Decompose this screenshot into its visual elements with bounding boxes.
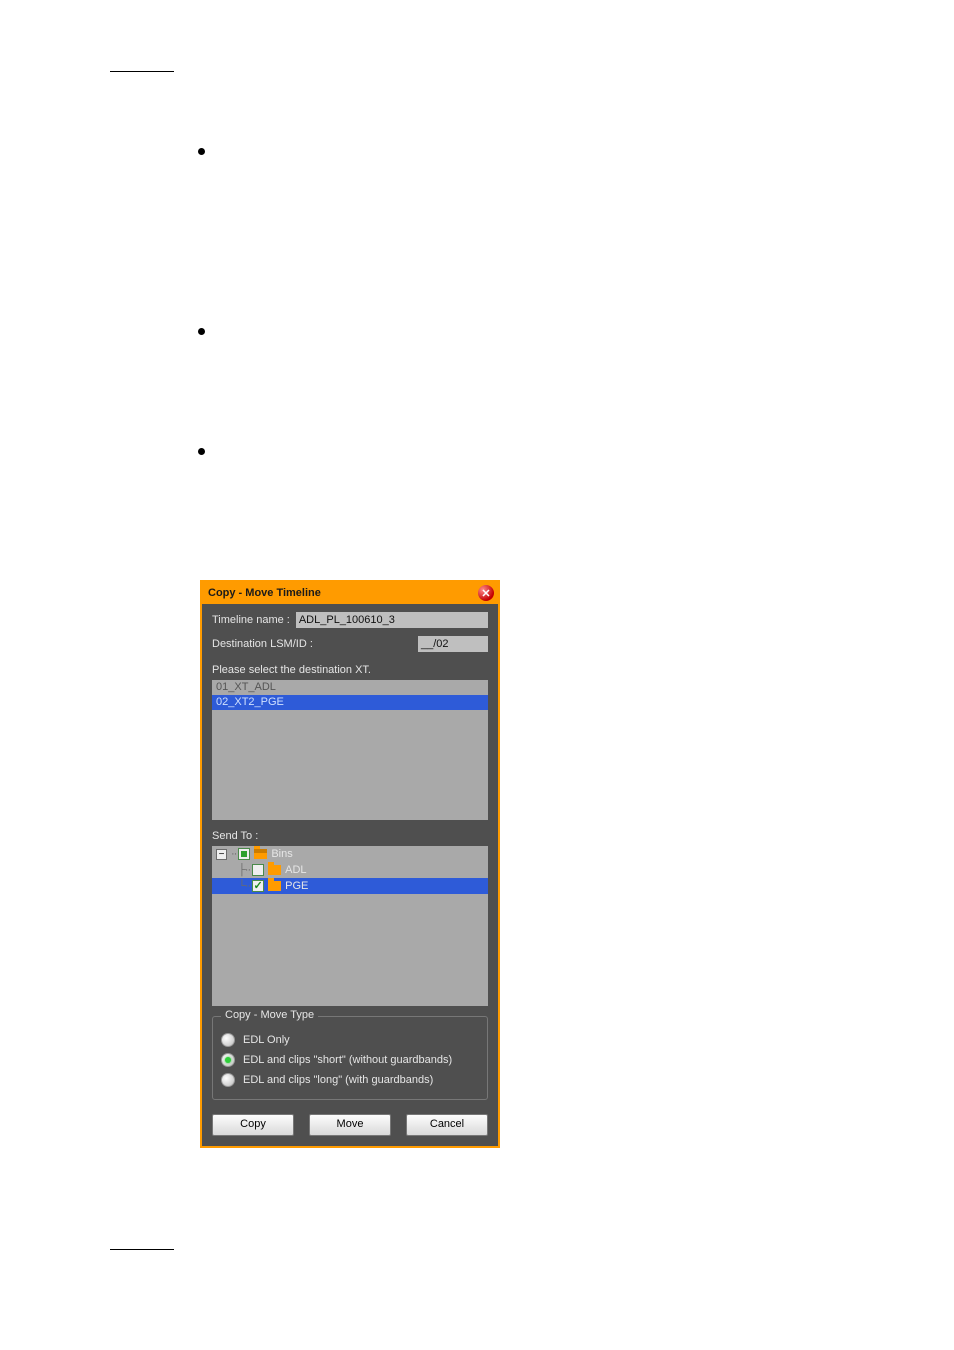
destination-lsm-row: Destination LSM/ID : __/02 — [212, 636, 488, 652]
folder-open-icon — [254, 849, 267, 859]
cancel-button[interactable]: Cancel — [406, 1114, 488, 1136]
send-to-label: Send To : — [212, 830, 488, 842]
decorative-line-top — [110, 70, 174, 72]
folder-icon — [268, 865, 281, 875]
bins-checkbox[interactable] — [238, 848, 250, 860]
timeline-name-label: Timeline name : — [212, 614, 290, 626]
dialog-title: Copy - Move Timeline — [208, 587, 321, 599]
bullet-1 — [198, 148, 205, 155]
close-icon[interactable]: ✕ — [478, 585, 494, 601]
destination-lsm-label: Destination LSM/ID : — [212, 638, 313, 650]
radio-icon — [221, 1033, 235, 1047]
radio-icon — [221, 1053, 235, 1067]
collapse-icon[interactable]: − — [216, 849, 227, 860]
move-button[interactable]: Move — [309, 1114, 391, 1136]
adl-checkbox[interactable] — [252, 864, 264, 876]
destination-lsm-field[interactable]: __/02 — [418, 636, 488, 652]
radio-edl-only[interactable]: EDL Only — [221, 1033, 479, 1047]
copy-move-timeline-dialog: Copy - Move Timeline ✕ Timeline name : A… — [200, 580, 500, 1148]
radio-icon — [221, 1073, 235, 1087]
radio-label: EDL Only — [243, 1034, 290, 1046]
tree-connector-icon: ·· — [231, 848, 236, 860]
pge-checkbox[interactable] — [252, 880, 264, 892]
tree-node-label: PGE — [285, 880, 308, 892]
tree-connector-icon: └·· — [238, 880, 250, 892]
select-destination-label: Please select the destination XT. — [212, 664, 488, 676]
tree-child-row[interactable]: ├·· ADL — [212, 862, 488, 878]
timeline-name-row: Timeline name : ADL_PL_100610_3 — [212, 612, 488, 628]
tree-child-row[interactable]: └·· PGE — [212, 878, 488, 894]
copy-button[interactable]: Copy — [212, 1114, 294, 1136]
copy-move-type-group: Copy - Move Type EDL Only EDL and clips … — [212, 1016, 488, 1100]
copy-move-type-legend: Copy - Move Type — [221, 1009, 318, 1021]
bullet-3 — [198, 448, 205, 455]
tree-connector-icon: ├·· — [238, 864, 250, 876]
folder-icon — [268, 881, 281, 891]
radio-edl-clips-long[interactable]: EDL and clips "long" (with guardbands) — [221, 1073, 479, 1087]
radio-edl-clips-short[interactable]: EDL and clips "short" (without guardband… — [221, 1053, 479, 1067]
tree-node-label: Bins — [271, 848, 292, 860]
radio-label: EDL and clips "long" (with guardbands) — [243, 1074, 433, 1086]
radio-label: EDL and clips "short" (without guardband… — [243, 1054, 452, 1066]
list-item[interactable]: 01_XT_ADL — [212, 680, 488, 695]
tree-node-label: ADL — [285, 864, 306, 876]
dialog-titlebar: Copy - Move Timeline ✕ — [202, 582, 498, 604]
send-to-tree[interactable]: − ·· Bins ├·· ADL └·· PGE — [212, 846, 488, 1006]
decorative-line-bottom — [110, 1248, 174, 1250]
tree-root-row[interactable]: − ·· Bins — [212, 846, 488, 862]
timeline-name-field[interactable]: ADL_PL_100610_3 — [296, 612, 488, 628]
destination-xt-list[interactable]: 01_XT_ADL 02_XT2_PGE — [212, 680, 488, 820]
list-item[interactable]: 02_XT2_PGE — [212, 695, 488, 710]
bullet-2 — [198, 328, 205, 335]
dialog-button-bar: Copy Move Cancel — [212, 1114, 488, 1136]
